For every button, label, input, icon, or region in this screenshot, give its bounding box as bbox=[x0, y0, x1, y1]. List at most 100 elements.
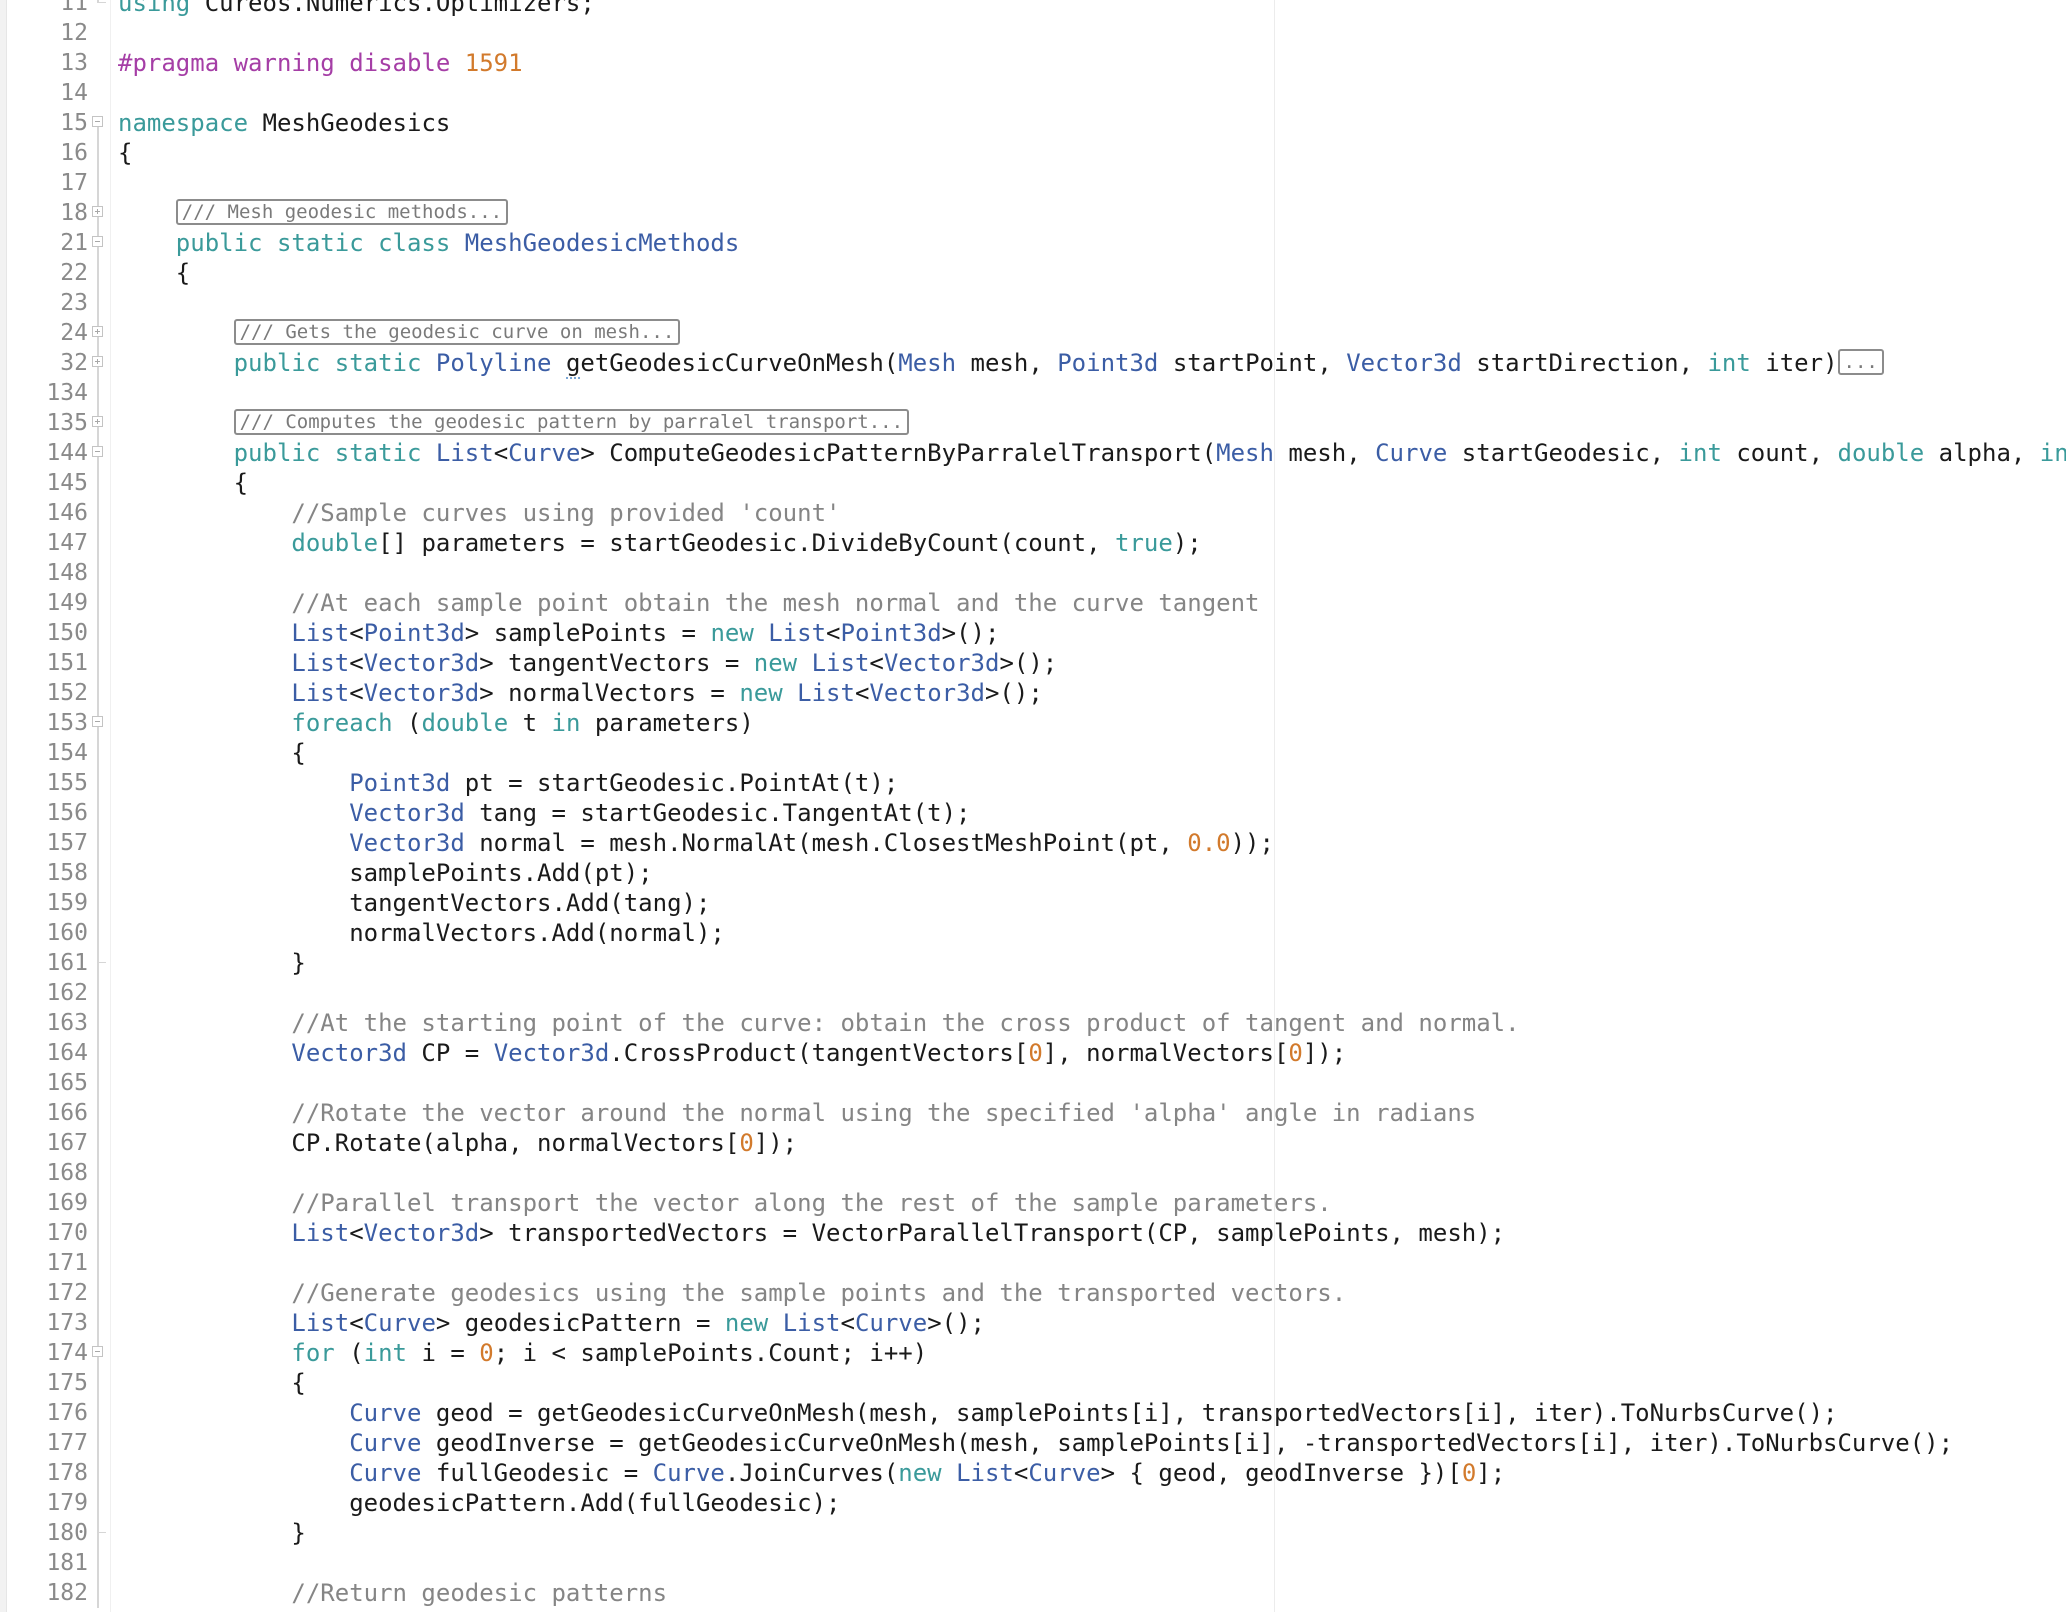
collapsed-doc-comment[interactable]: /// Computes the geodesic pattern by par… bbox=[233, 409, 910, 435]
code-text[interactable] bbox=[118, 288, 176, 318]
code-line[interactable]: 166 //Rotate the vector around the norma… bbox=[0, 1098, 2066, 1128]
code-text[interactable]: /// Computes the geodesic pattern by par… bbox=[118, 408, 910, 438]
code-line[interactable]: 23 bbox=[0, 288, 2066, 318]
code-line[interactable]: 134 bbox=[0, 378, 2066, 408]
code-text[interactable]: //Generate geodesics using the sample po… bbox=[118, 1278, 1346, 1308]
code-text[interactable]: public static List<Curve> ComputeGeodesi… bbox=[118, 438, 2066, 468]
code-text[interactable] bbox=[118, 1068, 291, 1098]
code-text[interactable]: samplePoints.Add(pt); bbox=[118, 858, 652, 888]
code-text[interactable]: //Rotate the vector around the normal us… bbox=[118, 1098, 1476, 1128]
collapse-fold-icon[interactable] bbox=[92, 716, 103, 727]
code-text[interactable]: for (int i = 0; i < samplePoints.Count; … bbox=[118, 1338, 927, 1368]
expand-fold-icon[interactable] bbox=[92, 326, 103, 337]
code-text[interactable]: List<Point3d> samplePoints = new List<Po… bbox=[118, 618, 999, 648]
code-text[interactable]: Vector3d tang = startGeodesic.TangentAt(… bbox=[118, 798, 970, 828]
code-line[interactable]: 176 Curve geod = getGeodesicCurveOnMesh(… bbox=[0, 1398, 2066, 1428]
code-text[interactable]: List<Vector3d> normalVectors = new List<… bbox=[118, 678, 1042, 708]
code-line[interactable]: 182 //Return geodesic patterns bbox=[0, 1578, 2066, 1608]
collapse-fold-icon[interactable] bbox=[92, 1346, 103, 1357]
code-line[interactable]: 147 double[] parameters = startGeodesic.… bbox=[0, 528, 2066, 558]
code-line[interactable]: 178 Curve fullGeodesic = Curve.JoinCurve… bbox=[0, 1458, 2066, 1488]
code-text[interactable]: //Sample curves using provided 'count' bbox=[118, 498, 840, 528]
code-line[interactable]: 12 bbox=[0, 18, 2066, 48]
code-line[interactable]: 155 Point3d pt = startGeodesic.PointAt(t… bbox=[0, 768, 2066, 798]
code-text[interactable]: /// Mesh geodesic methods... bbox=[118, 198, 509, 228]
code-line[interactable]: 179 geodesicPattern.Add(fullGeodesic); bbox=[0, 1488, 2066, 1518]
expand-fold-icon[interactable] bbox=[92, 206, 103, 217]
code-line[interactable]: 172 //Generate geodesics using the sampl… bbox=[0, 1278, 2066, 1308]
code-text[interactable]: #pragma warning disable 1591 bbox=[118, 48, 523, 78]
code-line[interactable]: 159 tangentVectors.Add(tang); bbox=[0, 888, 2066, 918]
code-text[interactable]: { bbox=[118, 258, 190, 288]
code-text[interactable]: //At each sample point obtain the mesh n… bbox=[118, 588, 1259, 618]
code-line[interactable]: 161 } bbox=[0, 948, 2066, 978]
code-text[interactable]: /// Gets the geodesic curve on mesh... bbox=[118, 318, 681, 348]
code-text[interactable]: List<Curve> geodesicPattern = new List<C… bbox=[118, 1308, 985, 1338]
code-text[interactable]: { bbox=[118, 138, 132, 168]
code-text[interactable]: Vector3d CP = Vector3d.CrossProduct(tang… bbox=[118, 1038, 1346, 1068]
code-line[interactable]: 162 bbox=[0, 978, 2066, 1008]
code-text[interactable]: foreach (double t in parameters) bbox=[118, 708, 753, 738]
code-line[interactable]: 180 } bbox=[0, 1518, 2066, 1548]
code-text[interactable]: Curve geod = getGeodesicCurveOnMesh(mesh… bbox=[118, 1398, 1837, 1428]
code-text[interactable] bbox=[118, 1158, 291, 1188]
code-text[interactable] bbox=[118, 1248, 291, 1278]
code-text[interactable]: { bbox=[118, 468, 248, 498]
code-line[interactable]: 11 using Cureos.Numerics.Optimizers; bbox=[0, 0, 2066, 18]
code-line[interactable]: 170 List<Vector3d> transportedVectors = … bbox=[0, 1218, 2066, 1248]
code-text[interactable]: Curve fullGeodesic = Curve.JoinCurves(ne… bbox=[118, 1458, 1505, 1488]
code-text[interactable]: namespace MeshGeodesics bbox=[118, 108, 450, 138]
code-text[interactable]: public static class MeshGeodesicMethods bbox=[118, 228, 740, 258]
expand-fold-icon[interactable] bbox=[92, 356, 103, 367]
code-line[interactable]: 177 Curve geodInverse = getGeodesicCurve… bbox=[0, 1428, 2066, 1458]
code-line[interactable]: 146 //Sample curves using provided 'coun… bbox=[0, 498, 2066, 528]
code-line[interactable]: 156 Vector3d tang = startGeodesic.Tangen… bbox=[0, 798, 2066, 828]
code-line[interactable]: 160 normalVectors.Add(normal); bbox=[0, 918, 2066, 948]
code-line[interactable]: 150 List<Point3d> samplePoints = new Lis… bbox=[0, 618, 2066, 648]
code-text[interactable]: double[] parameters = startGeodesic.Divi… bbox=[118, 528, 1201, 558]
code-line[interactable]: 175 { bbox=[0, 1368, 2066, 1398]
collapsed-body-button[interactable]: ... bbox=[1837, 349, 1884, 375]
code-text[interactable] bbox=[118, 1548, 291, 1578]
code-line[interactable]: 22 { bbox=[0, 258, 2066, 288]
code-line[interactable]: 165 bbox=[0, 1068, 2066, 1098]
code-text[interactable]: normalVectors.Add(normal); bbox=[118, 918, 725, 948]
code-line[interactable]: 167 CP.Rotate(alpha, normalVectors[0]); bbox=[0, 1128, 2066, 1158]
code-line[interactable]: 174 for (int i = 0; i < samplePoints.Cou… bbox=[0, 1338, 2066, 1368]
code-text[interactable]: } bbox=[118, 948, 305, 978]
code-line[interactable]: 17 bbox=[0, 168, 2066, 198]
code-line[interactable]: 15 namespace MeshGeodesics bbox=[0, 108, 2066, 138]
code-editor[interactable]: 11 using Cureos.Numerics.Optimizers; 12 13 #… bbox=[0, 0, 2066, 1608]
code-text[interactable]: Vector3d normal = mesh.NormalAt(mesh.Clo… bbox=[118, 828, 1274, 858]
code-text[interactable]: { bbox=[118, 1368, 305, 1398]
code-line[interactable]: 149 //At each sample point obtain the me… bbox=[0, 588, 2066, 618]
code-text[interactable]: //At the starting point of the curve: ob… bbox=[118, 1008, 1519, 1038]
code-text[interactable]: //Parallel transport the vector along th… bbox=[118, 1188, 1331, 1218]
code-text[interactable]: //Return geodesic patterns bbox=[118, 1578, 667, 1608]
code-line[interactable]: 21 public static class MeshGeodesicMetho… bbox=[0, 228, 2066, 258]
code-line[interactable]: 135 /// Computes the geodesic pattern by… bbox=[0, 408, 2066, 438]
code-line[interactable]: 32 public static Polyline getGeodesicCur… bbox=[0, 348, 2066, 379]
collapse-fold-icon[interactable] bbox=[92, 446, 103, 457]
code-line[interactable]: 13 #pragma warning disable 1591 bbox=[0, 48, 2066, 78]
code-text[interactable]: List<Vector3d> transportedVectors = Vect… bbox=[118, 1218, 1505, 1248]
code-line[interactable]: 163 //At the starting point of the curve… bbox=[0, 1008, 2066, 1038]
code-text[interactable]: { bbox=[118, 738, 305, 768]
code-line[interactable]: 148 bbox=[0, 558, 2066, 588]
collapse-fold-icon[interactable] bbox=[92, 116, 103, 127]
code-text[interactable]: using Cureos.Numerics.Optimizers; bbox=[118, 0, 595, 18]
code-line[interactable]: 16 { bbox=[0, 138, 2066, 168]
code-line[interactable]: 158 samplePoints.Add(pt); bbox=[0, 858, 2066, 888]
code-line[interactable]: 14 bbox=[0, 78, 2066, 108]
code-line[interactable]: 152 List<Vector3d> normalVectors = new L… bbox=[0, 678, 2066, 708]
code-text[interactable]: geodesicPattern.Add(fullGeodesic); bbox=[118, 1488, 840, 1518]
code-text[interactable]: CP.Rotate(alpha, normalVectors[0]); bbox=[118, 1128, 797, 1158]
code-line[interactable]: 18 /// Mesh geodesic methods... bbox=[0, 198, 2066, 228]
code-text[interactable]: public static Polyline getGeodesicCurveO… bbox=[118, 348, 1884, 379]
code-line[interactable]: 169 //Parallel transport the vector alon… bbox=[0, 1188, 2066, 1218]
code-line[interactable]: 153 foreach (double t in parameters) bbox=[0, 708, 2066, 738]
code-text[interactable] bbox=[118, 558, 291, 588]
code-line[interactable]: 154 { bbox=[0, 738, 2066, 768]
collapsed-doc-comment[interactable]: /// Mesh geodesic methods... bbox=[175, 199, 509, 225]
code-line[interactable]: 144 public static List<Curve> ComputeGeo… bbox=[0, 438, 2066, 468]
